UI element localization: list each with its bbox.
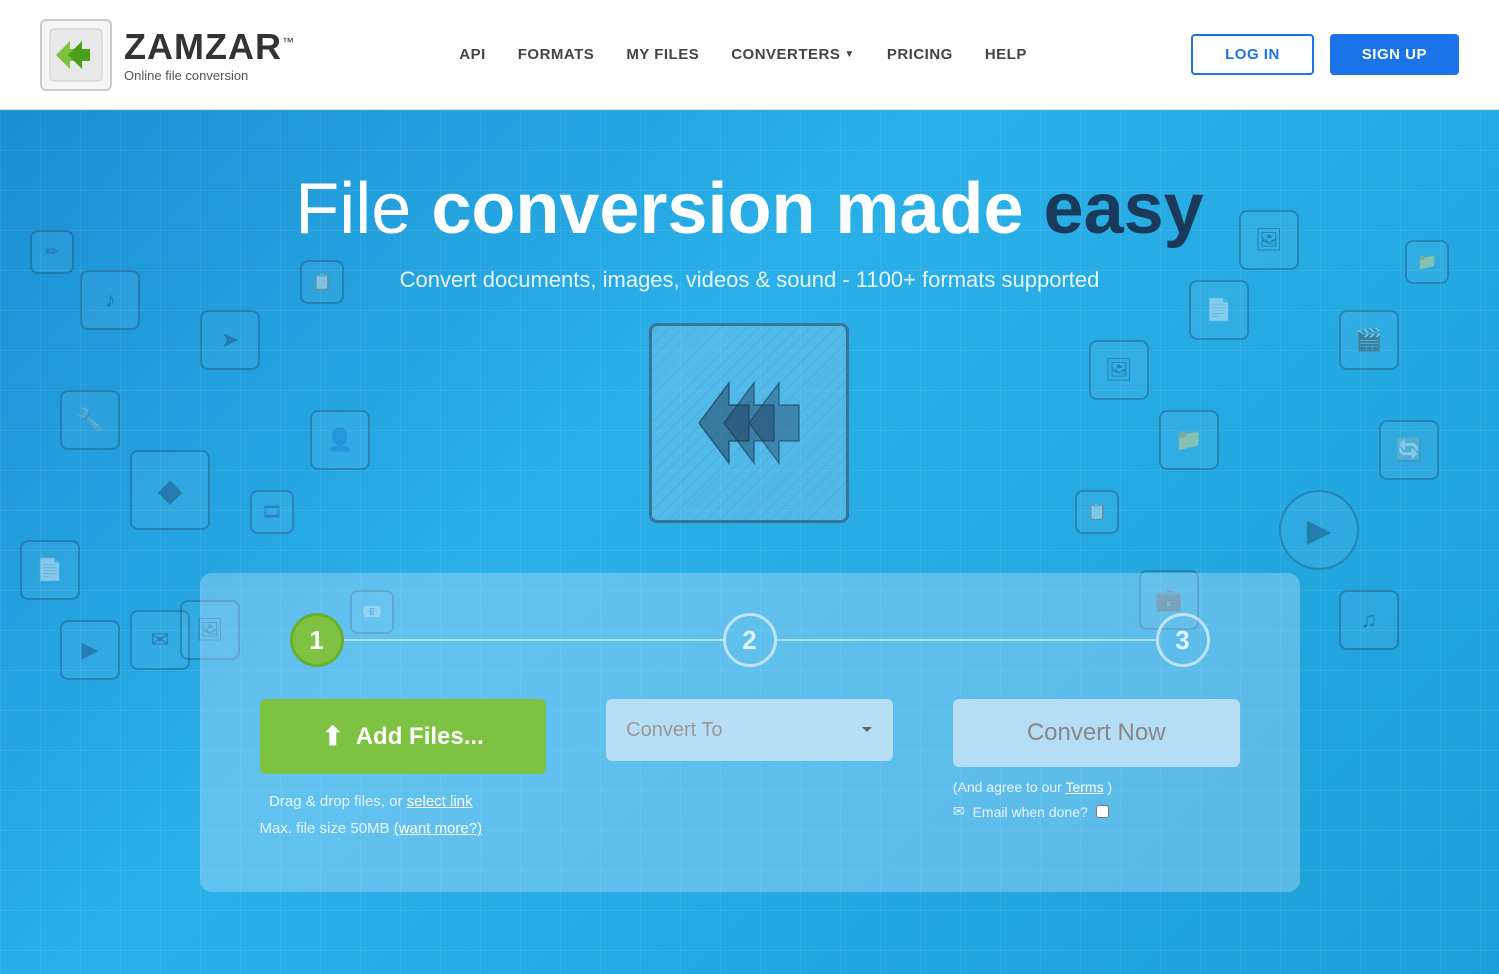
terms-link[interactable]: Terms (1065, 779, 1103, 795)
fi-refresh: 🔄 (1379, 420, 1439, 480)
nav-help[interactable]: HELP (985, 46, 1027, 63)
add-files-button[interactable]: ⬆ Add Files... (260, 699, 547, 774)
convert-now-button[interactable]: Convert Now (953, 699, 1240, 767)
upload-icon: ⬆ (322, 721, 344, 752)
hero-content: File conversion made easy Convert docume… (295, 110, 1203, 553)
fi-wrench: 🔧 (60, 390, 120, 450)
hero-logo-sketch (649, 323, 849, 523)
step-1-circle: 1 (290, 613, 344, 667)
email-row: ✉ Email when done? (953, 803, 1109, 820)
convert-to-col: Convert To (606, 699, 893, 761)
form-panel: 1 2 3 ⬆ Add Files... (200, 573, 1300, 892)
logo-text-area: ZAMZAR™ Online file conversion (124, 26, 295, 83)
fi-envelope1: ✉ (130, 610, 190, 670)
main-nav: API FORMATS MY FILES CONVERTERS ▼ PRICIN… (459, 46, 1027, 63)
convert-now-col: Convert Now (And agree to our Terms ) ✉ … (953, 699, 1240, 820)
step-2-circle: 2 (723, 613, 777, 667)
nav-my-files[interactable]: MY FILES (626, 46, 699, 63)
logo-brand: ZAMZAR™ (124, 26, 295, 68)
email-checkbox[interactable] (1096, 805, 1109, 818)
fi-film2: 🎬 (1339, 310, 1399, 370)
nav-converters[interactable]: CONVERTERS ▼ (731, 46, 855, 63)
fi-gem: ◆ (130, 450, 210, 530)
nav-api[interactable]: API (459, 46, 486, 63)
signup-button[interactable]: SIGN UP (1330, 34, 1459, 75)
want-more-link[interactable]: (want more?) (394, 820, 482, 837)
step-line-1 (344, 639, 723, 641)
controls-row: ⬆ Add Files... Drag & drop files, or sel… (260, 699, 1240, 842)
login-button[interactable]: LOG IN (1191, 34, 1314, 75)
logo-icon (40, 19, 112, 91)
nav-pricing[interactable]: PRICING (887, 46, 953, 63)
sketch-box (649, 323, 849, 523)
chevron-down-icon: ▼ (844, 49, 854, 60)
convert-to-select[interactable]: Convert To (606, 699, 893, 761)
steps-row: 1 2 3 (260, 613, 1240, 667)
conversion-form-section: 1 2 3 ⬆ Add Files... (200, 573, 1300, 892)
step-line-2 (777, 639, 1156, 641)
fi-mp3: ♪ (80, 270, 140, 330)
file-info: Drag & drop files, or select link Max. f… (260, 788, 483, 842)
fi-file1: 📄 (20, 540, 80, 600)
fi-arrow-up: ➤ (200, 310, 260, 370)
step-3-circle: 3 (1156, 613, 1210, 667)
logo-area: ZAMZAR™ Online file conversion (40, 19, 295, 91)
select-link[interactable]: select link (407, 793, 473, 810)
agree-text: (And agree to our Terms ) (953, 779, 1112, 795)
fi-folder2: 📁 (1405, 240, 1449, 284)
hero-title: File conversion made easy (295, 170, 1203, 249)
hero-subtitle: Convert documents, images, videos & soun… (295, 267, 1203, 293)
header: ZAMZAR™ Online file conversion API FORMA… (0, 0, 1499, 110)
fi-film: 🎞 (250, 490, 294, 534)
header-buttons: LOG IN SIGN UP (1191, 34, 1459, 75)
fi-play: ▶ (1279, 490, 1359, 570)
nav-formats[interactable]: FORMATS (518, 46, 595, 63)
fi-photo2: 🖼 (1239, 210, 1299, 270)
logo-subtitle: Online file conversion (124, 68, 295, 83)
add-files-col: ⬆ Add Files... Drag & drop files, or sel… (260, 699, 547, 842)
hero-section: ✏ 🔧 📄 ♪ ◆ ➤ 🎞 ✉ ▶ 🖼 📋 👤 📧 🖼 🎬 ▶ 📁 🔄 💼 ♫ … (0, 110, 1499, 974)
fi-pencil: ✏ (30, 230, 74, 274)
fi-music: ♫ (1339, 590, 1399, 650)
fi-mov: ▶ (60, 620, 120, 680)
